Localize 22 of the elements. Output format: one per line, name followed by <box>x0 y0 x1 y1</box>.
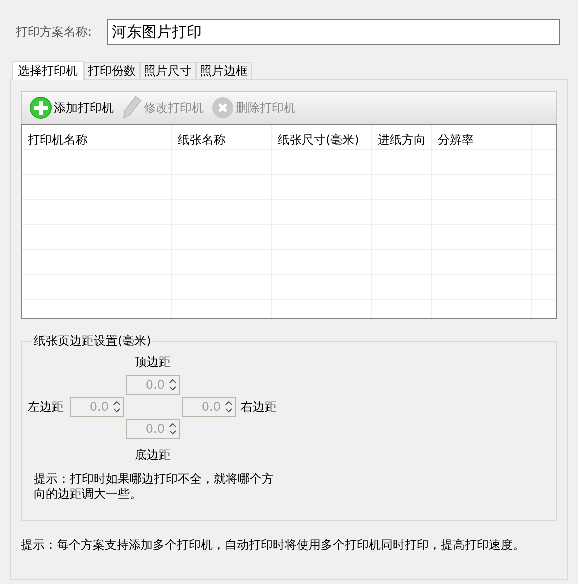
scheme-name-field[interactable]: 河东图片打印 <box>107 19 560 45</box>
plus-icon <box>30 97 52 119</box>
tab[interactable]: 照片尺寸 <box>140 62 196 79</box>
column-header[interactable]: 进纸方向 <box>372 125 432 150</box>
margin-label: 顶边距 <box>134 354 172 371</box>
scheme-name-label: 打印方案名称: <box>16 24 94 40</box>
hint-text: 提示：打印时如果哪边打印不全，就将哪个方向的边距调大一些。 <box>34 472 275 502</box>
toolbar-button[interactable]: 添加打印机 <box>28 95 116 121</box>
margin-label: 左边距 <box>28 398 64 416</box>
column-header[interactable]: 纸张名称 <box>172 125 272 150</box>
footer-hint: 提示：每个方案支持添加多个打印机，自动打印时将使用多个打印机同时打印，提高打印速度。 <box>21 537 526 554</box>
column-header[interactable]: 纸张尺寸(毫米) <box>272 125 372 150</box>
column-header[interactable]: 分辨率 <box>432 125 532 150</box>
column-header[interactable]: 打印机名称 <box>22 125 172 150</box>
tab[interactable]: 照片边框 <box>196 62 252 79</box>
margin-label: 右边距 <box>241 398 277 416</box>
group-title: 纸张页边距设置(毫米) <box>33 333 152 350</box>
margin-label: 底边距 <box>134 447 172 464</box>
close-icon <box>212 97 234 119</box>
pencil-icon <box>122 96 142 120</box>
tab[interactable]: 选择打印机 <box>12 61 84 80</box>
tab[interactable]: 打印份数 <box>84 62 140 79</box>
